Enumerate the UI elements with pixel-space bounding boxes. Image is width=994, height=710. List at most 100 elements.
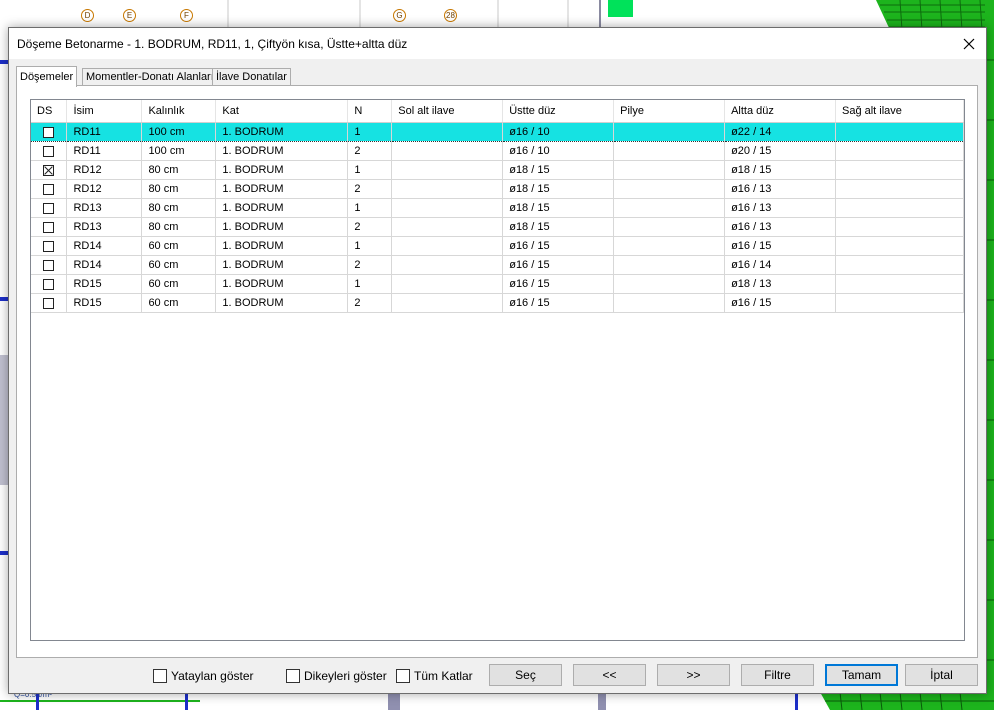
cell-ustte-duz: ø18 / 15 bbox=[502, 160, 615, 180]
close-button[interactable] bbox=[952, 28, 986, 59]
cell-sag-alt-ilave bbox=[835, 122, 964, 142]
cell-sol-alt-ilave bbox=[391, 274, 504, 294]
cell-ustte-duz: ø16 / 10 bbox=[502, 122, 615, 142]
cell-pilye bbox=[613, 122, 726, 142]
cell-kat: 1. BODRUM bbox=[215, 255, 349, 275]
table-row[interactable]: RD14 60 cm 1. BODRUM 1 ø16 / 15 ø16 / 15 bbox=[31, 236, 964, 256]
checkbox-box[interactable] bbox=[396, 669, 410, 683]
column-header-ds[interactable]: DS bbox=[31, 100, 68, 123]
cell-sag-alt-ilave bbox=[835, 179, 964, 199]
column-header-kat[interactable]: Kat bbox=[215, 100, 349, 123]
cell-ds bbox=[31, 122, 68, 142]
cancel-button[interactable]: İptal bbox=[905, 664, 978, 686]
column-header-sol-alt-ilave[interactable]: Sol alt ilave bbox=[391, 100, 504, 123]
column-header-sag-alt-ilave[interactable]: Sağ alt ilave bbox=[835, 100, 964, 123]
cell-sag-alt-ilave bbox=[835, 274, 964, 294]
cell-pilye bbox=[613, 179, 726, 199]
next-button[interactable]: >> bbox=[657, 664, 730, 686]
cell-sag-alt-ilave bbox=[835, 255, 964, 275]
ds-checkbox[interactable] bbox=[43, 183, 55, 195]
cell-ds bbox=[31, 255, 68, 275]
column-header-pilye[interactable]: Pilye bbox=[613, 100, 726, 123]
column-header-kalinlik[interactable]: Kalınlık bbox=[141, 100, 217, 123]
axis-bubble-e: E bbox=[123, 9, 136, 22]
table-row[interactable]: RD11 100 cm 1. BODRUM 2 ø16 / 10 ø20 / 15 bbox=[31, 141, 964, 161]
checkbox-box[interactable] bbox=[153, 669, 167, 683]
dialog-titlebar[interactable]: Döşeme Betonarme - 1. BODRUM, RD11, 1, Ç… bbox=[9, 28, 986, 59]
cell-ds bbox=[31, 198, 68, 218]
tab-momentler-donati-alanlari[interactable]: Momentler-Donatı Alanları bbox=[82, 68, 218, 86]
ds-checkbox[interactable] bbox=[43, 259, 55, 271]
ds-checkbox[interactable] bbox=[43, 240, 55, 252]
ds-checkbox[interactable] bbox=[43, 297, 55, 309]
axis-bubble-g: G bbox=[393, 9, 406, 22]
show-horizontal-checkbox[interactable]: Yataylan göster bbox=[153, 668, 254, 684]
tab-dosemeler[interactable]: Döşemeler bbox=[16, 66, 78, 87]
cell-sol-alt-ilave bbox=[391, 179, 504, 199]
tab-ilave-donatilar[interactable]: İlave Donatılar bbox=[212, 68, 291, 86]
cell-altta-duz: ø16 / 15 bbox=[724, 293, 836, 313]
table-row[interactable]: RD11 100 cm 1. BODRUM 1 ø16 / 10 ø22 / 14 bbox=[31, 122, 964, 142]
column-header-isim[interactable]: İsim bbox=[66, 100, 143, 123]
cell-ds bbox=[31, 274, 68, 294]
table-row[interactable]: RD15 60 cm 1. BODRUM 1 ø16 / 15 ø18 / 13 bbox=[31, 274, 964, 294]
tab-panel-dosemeler: DS İsim Kalınlık Kat N Sol alt ilave Üst… bbox=[16, 85, 978, 658]
cell-ds bbox=[31, 293, 68, 313]
checkbox-box[interactable] bbox=[286, 669, 300, 683]
cell-altta-duz: ø16 / 13 bbox=[724, 198, 836, 218]
table-row[interactable]: RD15 60 cm 1. BODRUM 2 ø16 / 15 ø16 / 15 bbox=[31, 293, 964, 313]
slab-grid[interactable]: DS İsim Kalınlık Kat N Sol alt ilave Üst… bbox=[30, 99, 965, 641]
cell-kalinlik: 80 cm bbox=[141, 179, 217, 199]
ok-button[interactable]: Tamam bbox=[825, 664, 898, 686]
table-row[interactable]: RD12 80 cm 1. BODRUM 1 ø18 / 15 ø18 / 15 bbox=[31, 160, 964, 180]
cell-altta-duz: ø16 / 15 bbox=[724, 236, 836, 256]
cell-ustte-duz: ø16 / 15 bbox=[502, 255, 615, 275]
cell-sag-alt-ilave bbox=[835, 160, 964, 180]
cell-kat: 1. BODRUM bbox=[215, 179, 349, 199]
filter-button[interactable]: Filtre bbox=[741, 664, 814, 686]
cell-ds bbox=[31, 160, 68, 180]
cell-sol-alt-ilave bbox=[391, 198, 504, 218]
table-row[interactable]: RD14 60 cm 1. BODRUM 2 ø16 / 15 ø16 / 14 bbox=[31, 255, 964, 275]
cell-n: 2 bbox=[347, 141, 393, 161]
cell-ds bbox=[31, 179, 68, 199]
column-header-ustte-duz[interactable]: Üstte düz bbox=[502, 100, 615, 123]
cell-sol-alt-ilave bbox=[391, 255, 504, 275]
column-header-altta-duz[interactable]: Altta düz bbox=[724, 100, 836, 123]
previous-button[interactable]: << bbox=[573, 664, 646, 686]
cell-ustte-duz: ø16 / 15 bbox=[502, 274, 615, 294]
cell-kalinlik: 60 cm bbox=[141, 255, 217, 275]
ds-checkbox[interactable] bbox=[43, 221, 55, 233]
ds-checkbox[interactable] bbox=[43, 278, 55, 290]
cell-ustte-duz: ø18 / 15 bbox=[502, 179, 615, 199]
ds-checkbox-checked[interactable] bbox=[43, 164, 55, 176]
ds-checkbox[interactable] bbox=[43, 202, 55, 214]
cell-n: 1 bbox=[347, 122, 393, 142]
cell-isim: RD15 bbox=[66, 274, 143, 294]
cell-ustte-duz: ø16 / 15 bbox=[502, 293, 615, 313]
slab-reinforcement-dialog: Döşeme Betonarme - 1. BODRUM, RD11, 1, Ç… bbox=[8, 27, 987, 694]
cell-kat: 1. BODRUM bbox=[215, 274, 349, 294]
table-row[interactable]: RD12 80 cm 1. BODRUM 2 ø18 / 15 ø16 / 13 bbox=[31, 179, 964, 199]
select-button[interactable]: Seç bbox=[489, 664, 562, 686]
table-row[interactable]: RD13 80 cm 1. BODRUM 1 ø18 / 15 ø16 / 13 bbox=[31, 198, 964, 218]
cell-ustte-duz: ø16 / 10 bbox=[502, 141, 615, 161]
cell-kalinlik: 80 cm bbox=[141, 217, 217, 237]
cell-isim: RD13 bbox=[66, 198, 143, 218]
cell-altta-duz: ø16 / 13 bbox=[724, 217, 836, 237]
cell-kalinlik: 60 cm bbox=[141, 293, 217, 313]
cell-altta-duz: ø18 / 15 bbox=[724, 160, 836, 180]
table-row[interactable]: RD13 80 cm 1. BODRUM 2 ø18 / 15 ø16 / 13 bbox=[31, 217, 964, 237]
slab-table: DS İsim Kalınlık Kat N Sol alt ilave Üst… bbox=[31, 100, 964, 313]
checkbox-label: Dikeyleri göster bbox=[304, 669, 387, 683]
column-header-n[interactable]: N bbox=[347, 100, 393, 123]
cell-sag-alt-ilave bbox=[835, 198, 964, 218]
show-vertical-checkbox[interactable]: Dikeyleri göster bbox=[286, 668, 387, 684]
all-floors-checkbox[interactable]: Tüm Katlar bbox=[396, 668, 473, 684]
ds-checkbox[interactable] bbox=[43, 145, 55, 157]
ds-checkbox[interactable] bbox=[43, 126, 55, 138]
cell-altta-duz: ø16 / 14 bbox=[724, 255, 836, 275]
cell-isim: RD13 bbox=[66, 217, 143, 237]
cell-altta-duz: ø18 / 13 bbox=[724, 274, 836, 294]
cell-isim: RD14 bbox=[66, 236, 143, 256]
